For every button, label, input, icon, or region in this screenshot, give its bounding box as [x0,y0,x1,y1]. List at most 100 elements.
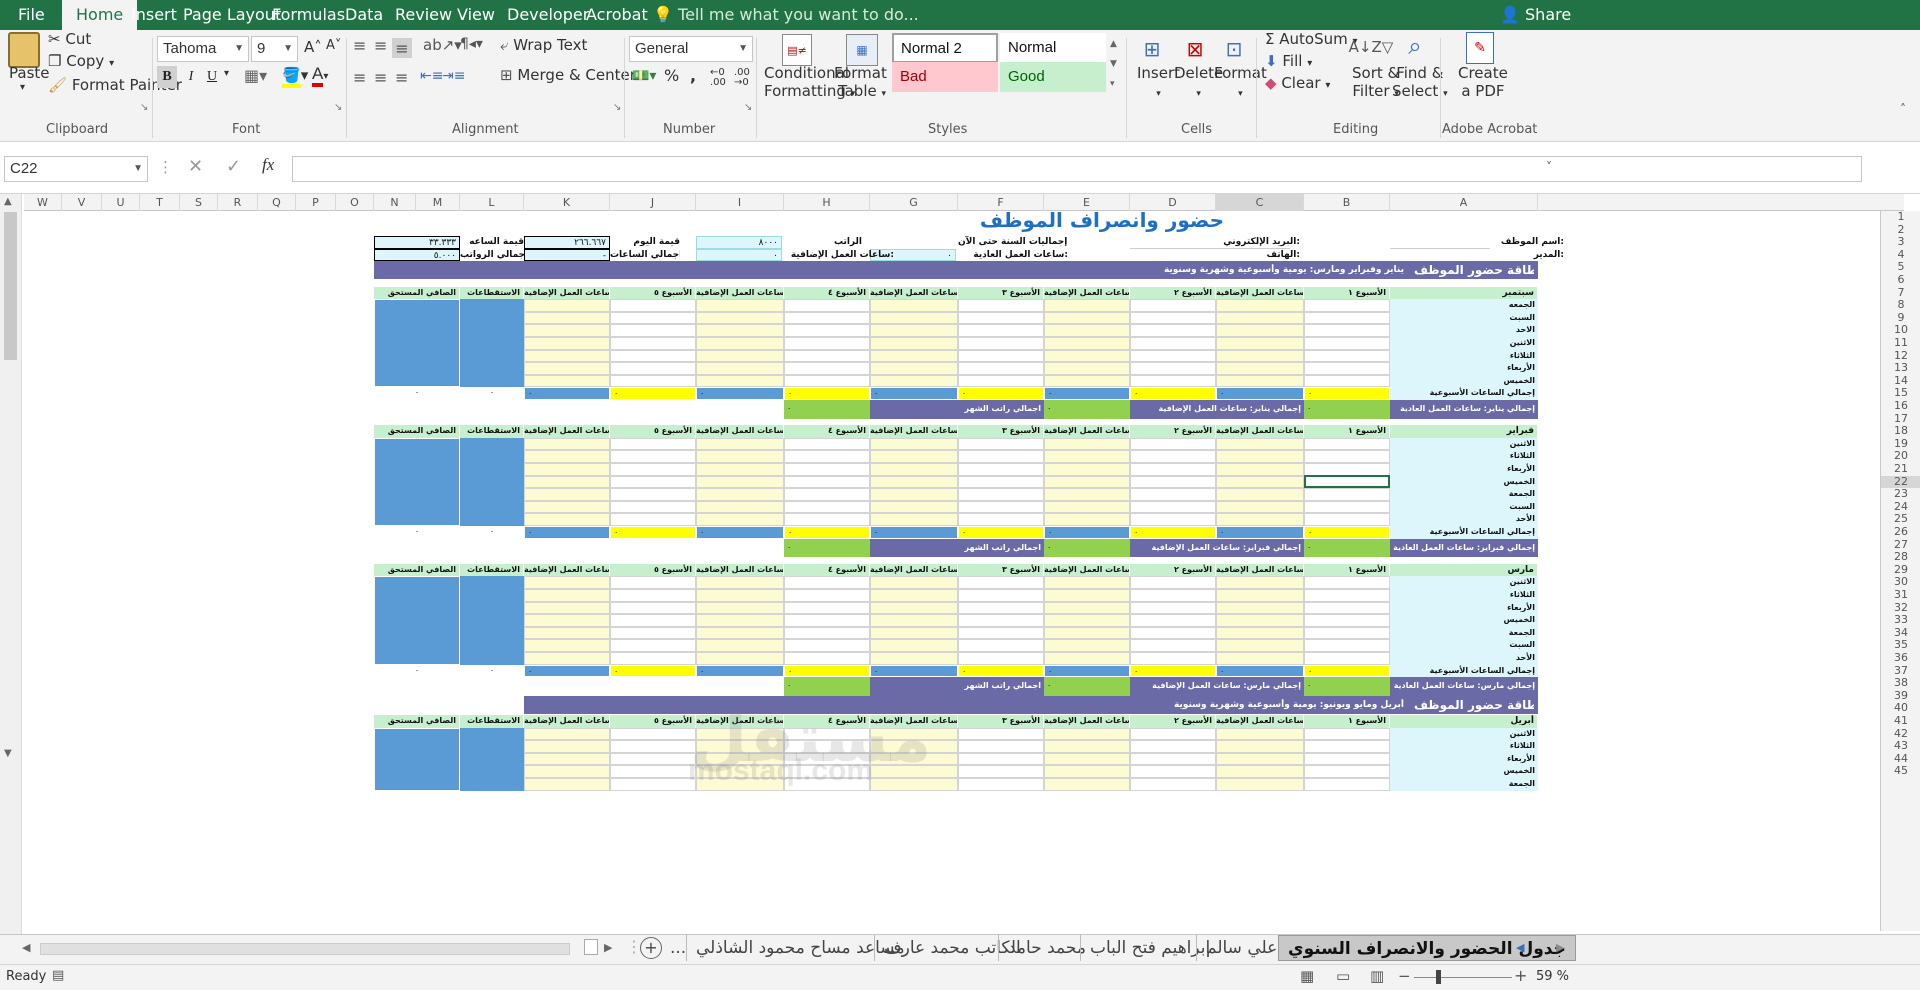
deductions-column[interactable] [460,576,524,665]
hours-input[interactable] [958,740,1044,753]
column-header-g[interactable]: G [870,194,958,211]
hours-input[interactable] [524,727,610,741]
hours-input[interactable] [524,752,610,766]
hours-input[interactable] [1304,324,1390,337]
hours-input[interactable] [1044,589,1130,602]
alignment-launcher-icon[interactable]: ↘ [613,102,621,113]
hours-input[interactable] [696,639,784,652]
hours-input[interactable] [1130,727,1216,741]
row-header-23[interactable]: 23 [1881,488,1920,501]
hours-input[interactable] [1130,299,1216,312]
hours-input[interactable] [524,349,610,363]
zoom-level[interactable]: 59 % [1536,969,1569,984]
hours-input[interactable] [1216,589,1304,602]
net-column[interactable] [374,299,460,388]
hours-input[interactable] [1044,475,1130,489]
hours-input[interactable] [1130,475,1216,489]
hours-input[interactable] [1216,337,1304,350]
borders-icon[interactable]: ▦▾ [244,66,267,85]
row-header-18[interactable]: 18 [1881,425,1920,438]
worksheet-grid[interactable]: حضور وانصراف الموظف اسم الموظف: المدير: الب… [24,211,1880,931]
tell-me-box[interactable]: 💡 Tell me what you want to do... [653,0,919,30]
tab-review[interactable]: Review [395,0,452,30]
hours-input[interactable] [1130,589,1216,602]
format-cells-button[interactable]: Format ▾ [1214,64,1267,100]
hours-input[interactable] [958,337,1044,350]
hours-input[interactable] [610,324,696,337]
hours-input[interactable] [784,475,870,489]
tab-acrobat[interactable]: Acrobat [586,0,648,30]
hours-input[interactable] [1044,500,1130,514]
hours-input[interactable] [1304,374,1390,388]
hours-input[interactable] [524,765,610,778]
hours-input[interactable] [1304,576,1390,589]
row-header-6[interactable]: 6 [1881,273,1920,287]
hours-input[interactable] [1130,349,1216,363]
style-normal[interactable]: Normal [1000,33,1106,63]
hours-input[interactable] [610,601,696,615]
hours-input[interactable] [870,463,958,476]
hours-input[interactable] [1304,589,1390,602]
format-as-table-button[interactable]: Format as Table ▾ [834,64,909,100]
column-header-p[interactable]: P [296,194,336,211]
sheet-tab-active[interactable]: جدول الحضور والانصراف السنوي [1278,935,1576,961]
cut-button[interactable]: ✂ Cut [48,30,91,48]
hours-input[interactable] [1044,740,1130,753]
clear-button[interactable]: ◆ Clear ▾ [1265,74,1330,92]
hours-input[interactable] [1130,374,1216,388]
hours-input[interactable] [1216,311,1304,325]
hours-input[interactable] [524,311,610,325]
hours-input[interactable] [524,601,610,615]
hours-input[interactable] [870,626,958,640]
hours-input[interactable] [1216,437,1304,451]
hours-input[interactable] [1216,752,1304,766]
hours-input[interactable] [784,513,870,526]
hours-input[interactable] [524,324,610,337]
hours-input[interactable] [1044,463,1130,476]
hours-input[interactable] [524,614,610,627]
macro-record-icon[interactable]: ▤ [52,968,64,983]
align-bottom-icon[interactable]: ≡ [392,38,412,58]
column-header-s[interactable]: S [180,194,218,211]
column-header-u[interactable]: U [102,194,140,211]
hours-input[interactable] [1044,311,1130,325]
hours-input[interactable] [1044,727,1130,741]
hours-input[interactable] [784,500,870,514]
column-header-e[interactable]: E [1044,194,1130,211]
hours-input[interactable] [1304,337,1390,350]
share-button[interactable]: 👤 Share [1500,0,1571,30]
hours-input[interactable] [524,450,610,463]
hours-input[interactable] [1044,324,1130,337]
tab-home[interactable]: Home [62,0,138,30]
scroll-right-icon[interactable]: ▶ [604,941,612,954]
paste-button[interactable]: Paste [9,64,50,82]
number-launcher-icon[interactable]: ↘ [744,102,752,113]
hours-input[interactable] [1304,752,1390,766]
hours-input[interactable] [784,337,870,350]
formula-input[interactable] [292,156,1862,182]
hours-input[interactable] [1304,500,1390,514]
total-hours-value[interactable]: - [524,248,610,262]
hours-input[interactable] [610,475,696,489]
column-header-h[interactable]: H [784,194,870,211]
hours-input[interactable] [870,337,958,350]
hours-input[interactable] [524,463,610,476]
hours-input[interactable] [1044,601,1130,615]
hours-input[interactable] [524,362,610,375]
hours-input[interactable] [610,639,696,652]
hours-input[interactable] [524,488,610,501]
new-sheet-button[interactable]: + [640,937,662,959]
tab-developer[interactable]: Developer [507,0,589,30]
hours-input[interactable] [696,488,784,501]
hours-input[interactable] [958,576,1044,589]
hours-input[interactable] [524,626,610,640]
hours-input[interactable] [1304,626,1390,640]
paste-icon[interactable] [8,32,40,68]
hours-input[interactable] [1216,475,1304,489]
net-column[interactable] [374,437,460,526]
hours-input[interactable] [610,362,696,375]
align-right-icon[interactable]: ≡ [395,68,408,87]
align-middle-icon[interactable]: ≡ [374,36,387,55]
hours-input[interactable] [610,576,696,589]
hours-input[interactable] [1044,437,1130,451]
